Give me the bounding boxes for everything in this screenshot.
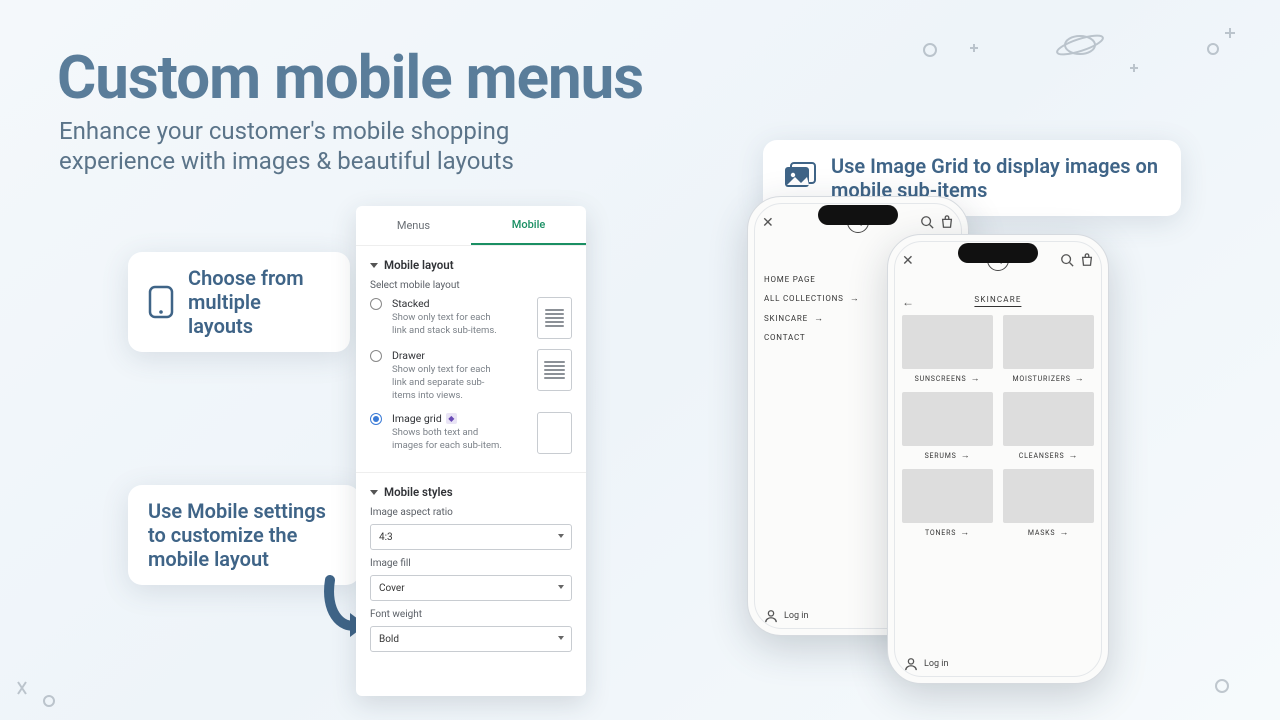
premium-badge-icon: ◆ [446, 413, 457, 424]
thumb-drawer [537, 349, 572, 391]
thumb-stacked [537, 297, 572, 339]
image-fill-select[interactable]: Cover [370, 575, 572, 601]
select-layout-label: Select mobile layout [370, 280, 572, 291]
thumb-grid [537, 412, 572, 454]
nav-collections[interactable]: ALL COLLECTIONS→ [764, 293, 860, 304]
section-mobile-layout[interactable]: Mobile layout [370, 258, 572, 272]
settings-panel: Menus Mobile Mobile layout Select mobile… [356, 206, 586, 696]
option-drawer[interactable]: Drawer Show only text for each link and … [370, 349, 572, 402]
aspect-ratio-label: Image aspect ratio [370, 507, 572, 518]
radio-drawer[interactable] [370, 350, 382, 362]
font-weight-label: Font weight [370, 609, 572, 620]
product-grid: SUNSCREENS→ MOISTURIZERS→ SERUMS→ CLEANS… [902, 315, 1094, 643]
back-icon[interactable]: ← [902, 295, 914, 309]
callout-grid-text: Use Image Grid to display images on mobi… [831, 154, 1161, 202]
search-icon[interactable] [1060, 253, 1074, 267]
radio-stacked[interactable] [370, 298, 382, 310]
chevron-down-icon [370, 490, 378, 495]
user-icon [904, 657, 918, 671]
nav-skincare[interactable]: SKINCARE→ [764, 313, 860, 324]
font-weight-select[interactable]: Bold [370, 626, 572, 652]
user-icon [764, 609, 778, 623]
callout-layouts-text: Choose from multiple layouts [188, 266, 330, 338]
login-link[interactable]: Log in [764, 609, 808, 623]
chevron-down-icon [370, 263, 378, 268]
image-grid-icon [783, 158, 817, 198]
option-stacked[interactable]: Stacked Show only text for each link and… [370, 297, 572, 339]
grid-item[interactable]: SERUMS→ [902, 392, 993, 461]
tab-mobile[interactable]: Mobile [471, 206, 586, 245]
option-stacked-title: Stacked [392, 297, 527, 310]
search-icon[interactable] [920, 215, 934, 229]
nav-home[interactable]: HOME PAGE [764, 275, 860, 284]
login-link[interactable]: Log in [904, 657, 948, 671]
grid-item[interactable]: CLEANSERS→ [1003, 392, 1094, 461]
option-grid-desc: Shows both text and images for each sub-… [392, 427, 502, 453]
option-stacked-desc: Show only text for each link and stack s… [392, 312, 502, 338]
close-icon[interactable]: ✕ [902, 253, 914, 269]
bag-icon[interactable] [1080, 253, 1094, 267]
option-drawer-title: Drawer [392, 349, 527, 362]
tab-menus[interactable]: Menus [356, 206, 471, 245]
grid-item[interactable]: TONERS→ [902, 469, 993, 538]
arrow-right-icon: → [850, 293, 860, 304]
option-drawer-desc: Show only text for each link and separat… [392, 364, 502, 402]
grid-item[interactable]: MOISTURIZERS→ [1003, 315, 1094, 384]
grid-item[interactable]: MASKS→ [1003, 469, 1094, 538]
category-title: SKINCARE [974, 295, 1021, 307]
grid-item[interactable]: SUNSCREENS→ [902, 315, 993, 384]
drawer-nav: HOME PAGE ALL COLLECTIONS→ SKINCARE→ CON… [764, 275, 860, 342]
aspect-ratio-select[interactable]: 4:3 [370, 524, 572, 550]
option-grid-title: Image grid [392, 412, 442, 425]
option-image-grid[interactable]: Image grid ◆ Shows both text and images f… [370, 412, 572, 454]
callout-layouts: Choose from multiple layouts [128, 252, 350, 352]
page-title: Custom mobile menus [57, 42, 643, 113]
callout-settings: Use Mobile settings to customize the mob… [128, 485, 360, 585]
page-subtitle: Enhance your customer's mobile shopping … [59, 116, 599, 176]
nav-contact[interactable]: CONTACT [764, 333, 860, 342]
arrow-right-icon: → [814, 313, 824, 324]
section-mobile-styles[interactable]: Mobile styles [370, 485, 572, 499]
callout-settings-text: Use Mobile settings to customize the mob… [148, 499, 340, 571]
panel-tabs: Menus Mobile [356, 206, 586, 246]
close-icon[interactable]: ✕ [762, 215, 774, 231]
bag-icon[interactable] [940, 215, 954, 229]
phone-grid-preview: ✕ ← SKINCARE SUNSCREENS→ MOISTURIZERS→ S… [887, 234, 1109, 684]
image-fill-label: Image fill [370, 558, 572, 569]
radio-image-grid[interactable] [370, 413, 382, 425]
phone-icon [148, 282, 174, 322]
